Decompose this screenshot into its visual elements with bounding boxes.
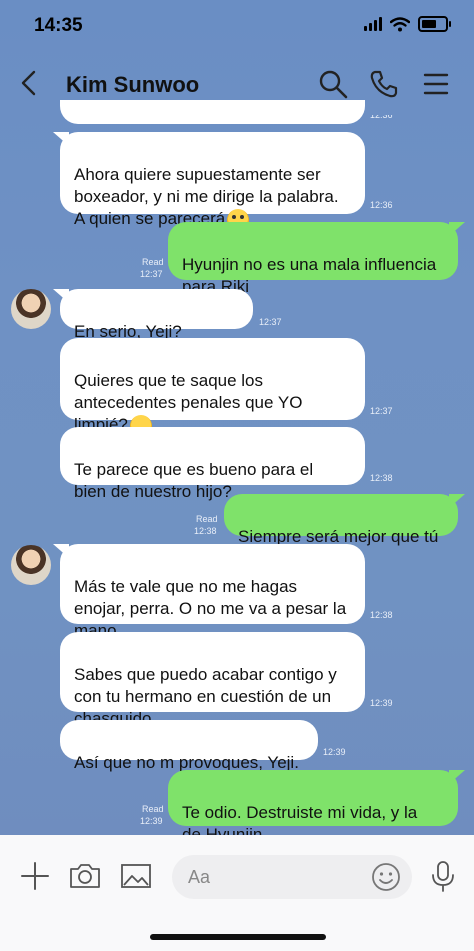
message-time: 12:36 [370, 200, 393, 210]
camera-icon[interactable] [68, 859, 102, 893]
message-bubble-partial [60, 100, 365, 124]
read-receipt: Read [196, 514, 218, 524]
message-time: 12:37 [259, 317, 282, 327]
microphone-icon[interactable] [426, 859, 460, 893]
message-time: 12:38 [370, 610, 393, 620]
message-time: 12:37 [370, 406, 393, 416]
phone-call-icon[interactable] [368, 68, 400, 100]
message-time: 12:38 [194, 526, 217, 536]
back-arrow-icon[interactable] [14, 68, 44, 98]
status-time: 14:35 [34, 15, 83, 36]
status-bar: 14:35 [0, 0, 474, 54]
message-bubble-incoming[interactable]: Sabes que puedo acabar contigo y con tu … [60, 632, 365, 728]
contact-avatar[interactable] [11, 289, 51, 329]
read-receipt: Read [142, 804, 164, 814]
emoji-picker-icon[interactable] [370, 861, 402, 893]
message-bubble-outgoing[interactable]: Hyunjin no es una mala influencia para R… [168, 222, 458, 296]
message-time: 12:37 [140, 269, 163, 279]
message-bubble-incoming[interactable]: Ahora quiere supuestamente ser boxeador,… [60, 132, 365, 231]
message-time: 12:39 [370, 698, 393, 708]
message-time: 12:39 [323, 747, 346, 757]
status-icons [364, 16, 451, 32]
cellular-signal-icon [364, 17, 382, 31]
message-bubble-incoming[interactable]: Te parece que es bueno para el bien de n… [60, 427, 365, 501]
message-time: 12:38 [370, 473, 393, 483]
home-indicator [150, 934, 326, 940]
message-bubble-outgoing[interactable]: Te odio. Destruiste mi vida, y la de Hyu… [168, 770, 458, 844]
image-gallery-icon[interactable] [119, 859, 153, 893]
message-bubble-outgoing[interactable]: Siempre será mejor que tú [224, 494, 458, 546]
read-receipt: Read [142, 257, 164, 267]
message-bubble-incoming[interactable]: Más te vale que no me hagas enojar, perr… [60, 544, 365, 640]
wifi-icon [390, 16, 410, 31]
plus-icon[interactable] [18, 859, 52, 893]
menu-icon[interactable] [420, 68, 452, 100]
battery-icon [418, 16, 451, 32]
message-input-bar [0, 835, 474, 951]
contact-avatar[interactable] [11, 545, 51, 585]
search-icon[interactable] [317, 68, 349, 100]
contact-name[interactable]: Kim Sunwoo [66, 72, 199, 98]
message-bubble-incoming[interactable]: En serio, Yeji? [60, 289, 253, 366]
message-bubble-incoming[interactable]: Así que no m provoques, Yeji. [60, 720, 318, 772]
message-time: 12:39 [140, 816, 163, 826]
message-bubble-incoming[interactable]: Quieres que te saque los antecedentes pe… [60, 338, 365, 437]
